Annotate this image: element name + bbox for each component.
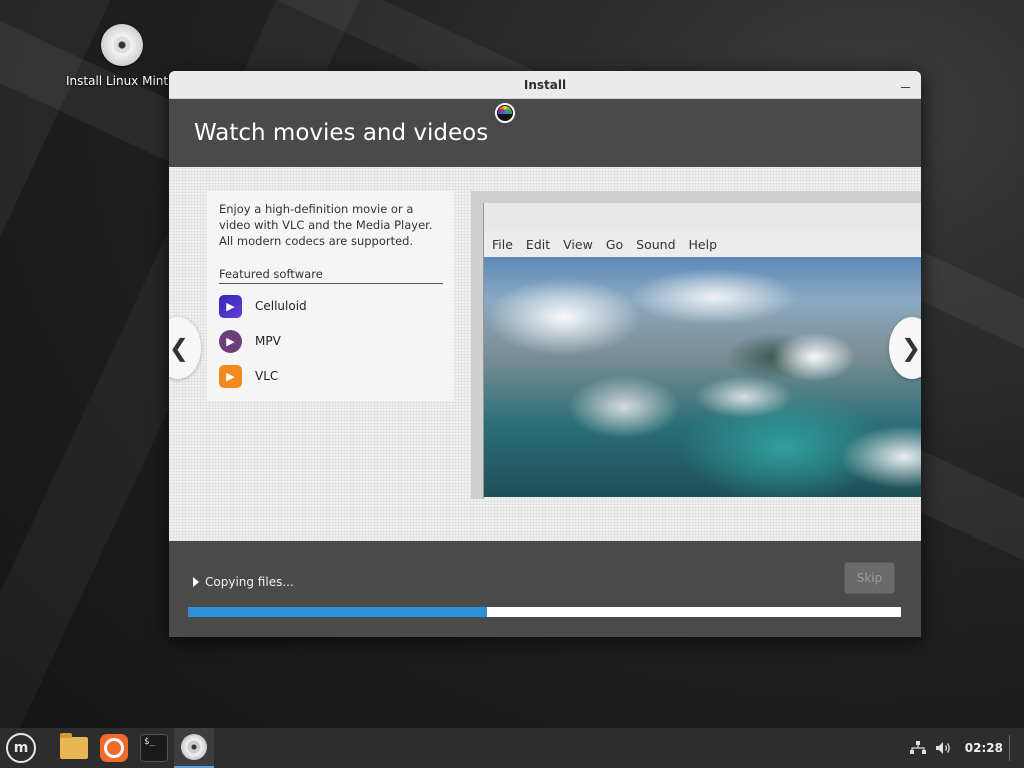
player-menu-file: File [492,236,513,252]
app-item-mpv: ▶ MPV [219,328,441,354]
volume-icon[interactable] [933,737,955,759]
window-titlebar[interactable]: Install [169,71,921,99]
video-frame [484,257,921,497]
window-title: Install [523,77,567,92]
disc-icon [181,734,207,760]
featured-software-label: Featured software [219,267,443,284]
installer-task-button[interactable] [174,728,214,768]
expander-triangle-icon [193,577,199,587]
files-launcher[interactable] [54,728,94,768]
terminal-launcher[interactable]: $_ [134,728,174,768]
slideshow: Enjoy a high-definition movie or a video… [169,167,921,541]
app-item-vlc: ▶ VLC [219,363,441,389]
system-tray: 02:28 [903,735,1024,761]
firefox-icon [100,734,128,762]
app-name: Celluloid [255,299,307,313]
slide-header: Watch movies and videos [169,99,921,167]
busy-cursor-icon [495,103,515,123]
info-card: Enjoy a high-definition movie or a video… [207,191,453,401]
player-titlebar [484,203,921,231]
player-menu-view: View [563,236,593,252]
player-menubar: File Edit View Go Sound Help [484,231,921,257]
install-window: Install Watch movies and videos Enjoy a … [169,71,921,637]
desktop-icon-label: Install Linux Mint [66,74,169,88]
network-icon[interactable] [907,737,929,759]
mint-logo-icon: m [6,733,36,763]
app-name: VLC [255,369,279,383]
chevron-left-icon: ❮ [169,334,189,362]
media-player-screenshot: File Edit View Go Sound Help [471,191,921,499]
progress-bar [188,607,901,617]
player-menu-edit: Edit [525,236,551,252]
app-item-celluloid: ▶ Celluloid [219,293,441,319]
player-menu-help: Help [688,236,718,252]
install-footer: Copying files... Skip [169,541,921,637]
chevron-right-icon: ❯ [901,334,921,362]
status-expander[interactable]: Copying files... [193,575,294,589]
clock[interactable]: 02:28 [965,741,1003,755]
desktop-install-icon[interactable]: Install Linux Mint [66,24,176,88]
minimize-button[interactable] [897,76,913,92]
disc-icon [101,24,143,66]
folder-icon [60,733,88,759]
player-menu-go: Go [605,236,624,252]
menu-button[interactable]: m [0,728,42,768]
previous-slide-button[interactable]: ❮ [169,317,201,379]
firefox-launcher[interactable] [94,728,134,768]
status-text: Copying files... [205,575,294,589]
slide-description: Enjoy a high-definition movie or a video… [219,202,433,248]
show-desktop-button[interactable] [1009,735,1014,761]
taskbar: m $_ 02:28 [0,728,1024,768]
terminal-icon: $_ [140,734,168,762]
skip-button[interactable]: Skip [844,562,895,594]
player-window-image: File Edit View Go Sound Help [483,203,921,499]
progress-fill [188,607,488,617]
slide-heading: Watch movies and videos [194,120,489,146]
player-menu-sound: Sound [636,236,676,252]
mpv-icon: ▶ [219,329,242,353]
celluloid-icon: ▶ [219,294,242,318]
app-name: MPV [255,334,281,348]
vlc-icon: ▶ [219,364,242,388]
